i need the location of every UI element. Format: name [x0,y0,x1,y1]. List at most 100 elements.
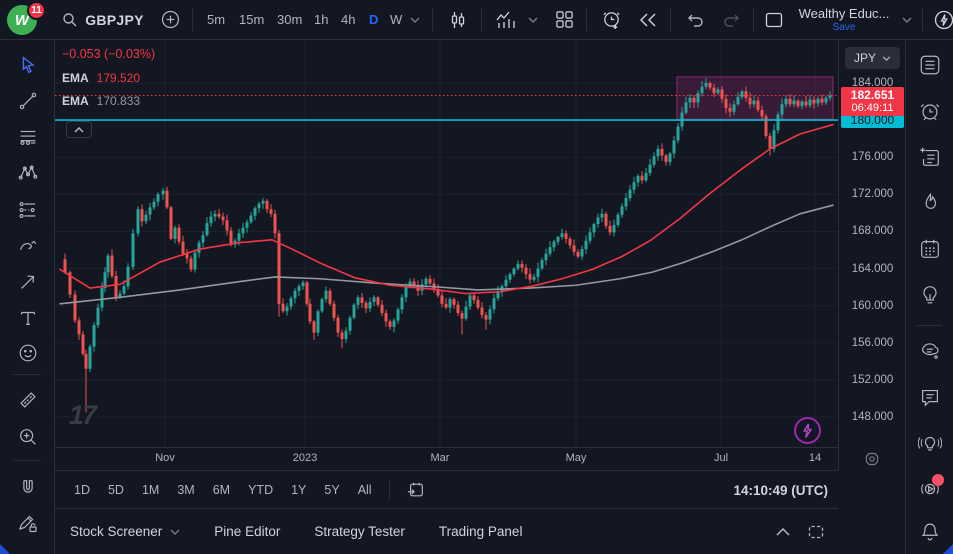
live-streams-button[interactable] [914,473,946,505]
layout-button[interactable] [759,0,789,39]
chart-area[interactable]: −0.053 (−0.03%) EMA 179.520 EMA 170.833 … [55,40,838,447]
app-logo[interactable]: W 11 [7,1,49,37]
bell-icon [918,520,942,544]
timeframe-5m[interactable]: 5m [201,0,231,39]
price-change-value: −0.053 (−0.03%) [62,47,156,61]
indicators-button[interactable] [489,0,523,39]
indicator-row-ema-fast[interactable]: EMA 179.520 [62,68,155,87]
tool-emoji-button[interactable] [12,337,44,369]
trading-platform-window: W 11 GBPJPY 5m 15m 30m 1h 4h D W Wealthy… [0,0,953,554]
axis-settings-button[interactable] [840,449,903,469]
range-ytd-button[interactable]: YTD [239,479,282,501]
tool-text-button[interactable] [12,302,44,334]
tool-arrow-button[interactable] [12,266,44,298]
save-label[interactable]: Save [792,22,896,33]
redo-button[interactable] [716,0,748,39]
tool-cursor-button[interactable] [12,49,44,81]
timeframe-1h[interactable]: 1h [308,0,334,39]
maximize-panel-button[interactable] [808,525,824,539]
bulb-waves-icon [918,431,942,455]
timeframe-menu-chevron-icon[interactable] [405,0,425,39]
ideas-button[interactable] [914,279,946,311]
alerts-button[interactable] [914,95,946,127]
toolbar-separator [481,8,482,31]
tool-zoom-in-button[interactable] [12,421,44,453]
timeframe-30m[interactable]: 30m [271,0,308,39]
price-chart-canvas[interactable] [55,40,838,447]
pencil-lock-icon [16,512,40,536]
rewind-icon [639,13,657,27]
legend-collapse-button[interactable] [66,121,92,138]
create-alert-button[interactable] [594,0,628,39]
indicator-label: EMA [62,93,89,108]
stock-screener-tab[interactable]: Stock Screener [70,524,180,539]
minds-button[interactable] [914,335,946,367]
alarm-clock-plus-icon [601,9,622,30]
tool-measure-button[interactable] [12,384,44,416]
range-1d-button[interactable]: 1D [65,479,99,501]
templates-button[interactable] [548,0,580,39]
go-to-date-button[interactable] [398,477,434,503]
last-price-tag: 182.651 06:49:11 [841,86,904,116]
tool-drawing-lock-button[interactable] [12,508,44,540]
range-5d-button[interactable]: 5D [99,479,133,501]
tool-trendline-button[interactable] [12,85,44,117]
range-1m-button[interactable]: 1M [133,479,168,501]
toolbar-separator [586,8,587,31]
tool-xabcd-pattern-button[interactable] [12,157,44,189]
timeframe-15m[interactable]: 15m [233,0,270,39]
redo-arrow-icon [722,12,742,28]
compare-add-button[interactable] [155,0,185,39]
price-tick-label: 176.000 [851,151,894,164]
pine-editor-tab[interactable]: Pine Editor [214,524,280,539]
timeframe-1d[interactable]: D [363,0,384,39]
toolbar-separator [192,8,193,31]
streams-button[interactable] [914,427,946,459]
hotlists-button[interactable] [914,187,946,219]
layout-name-button[interactable]: Wealthy Educ... Save [792,0,896,39]
strategy-tester-tab[interactable]: Strategy Tester [314,524,405,539]
range-5y-button[interactable]: 5Y [315,479,348,501]
candlestick-icon [448,10,468,30]
timeframe-4h[interactable]: 4h [335,0,361,39]
indicator-row-ema-slow[interactable]: EMA 170.833 [62,91,155,110]
text-tool-icon [17,307,39,329]
notes-plus-icon [918,145,942,169]
tool-magnet-button[interactable] [12,472,44,504]
tool-fib-retracement-button[interactable] [12,121,44,153]
bar-replay-button[interactable] [632,0,664,39]
currency-selector[interactable]: JPY [845,47,900,69]
range-3m-button[interactable]: 3M [168,479,203,501]
price-tick-label: 148.000 [851,411,894,423]
chevron-up-icon [776,528,790,536]
trading-panel-tab[interactable]: Trading Panel [439,524,523,539]
news-button[interactable] [914,141,946,173]
watchlist-button[interactable] [914,49,946,81]
price-tick-label: 160.000 [851,299,894,312]
flame-icon [918,191,942,215]
range-1y-button[interactable]: 1Y [282,479,315,501]
quick-actions-button[interactable] [929,0,953,39]
chart-style-button[interactable] [442,0,474,39]
indicators-menu-chevron-icon[interactable] [524,0,542,39]
range-all-button[interactable]: All [349,479,381,501]
collapse-panel-button[interactable] [776,528,790,536]
tool-forecast-button[interactable] [12,194,44,226]
tool-brush-button[interactable] [12,230,44,262]
layout-menu-chevron-icon[interactable] [898,0,916,39]
toolbar-divider [13,374,41,375]
price-axis[interactable]: JPY 182.651 06:49:11 180.000 184.000 176.… [838,40,905,470]
calendar-button[interactable] [914,233,946,265]
stock-screener-label: Stock Screener [70,524,163,539]
time-axis[interactable]: Nov 2023 Mar May Jul 14 [55,447,838,470]
calendar-dots-icon [918,237,942,261]
cursor-icon [17,54,39,76]
range-6m-button[interactable]: 6M [204,479,239,501]
zoom-in-icon [17,426,39,448]
notifications-button[interactable] [914,516,946,548]
undo-button[interactable] [679,0,711,39]
chat-button[interactable] [914,381,946,413]
quick-trade-lightning-button[interactable] [794,417,821,444]
grid-layout-icon [555,10,574,29]
symbol-search-button[interactable]: GBPJPY [58,0,148,39]
